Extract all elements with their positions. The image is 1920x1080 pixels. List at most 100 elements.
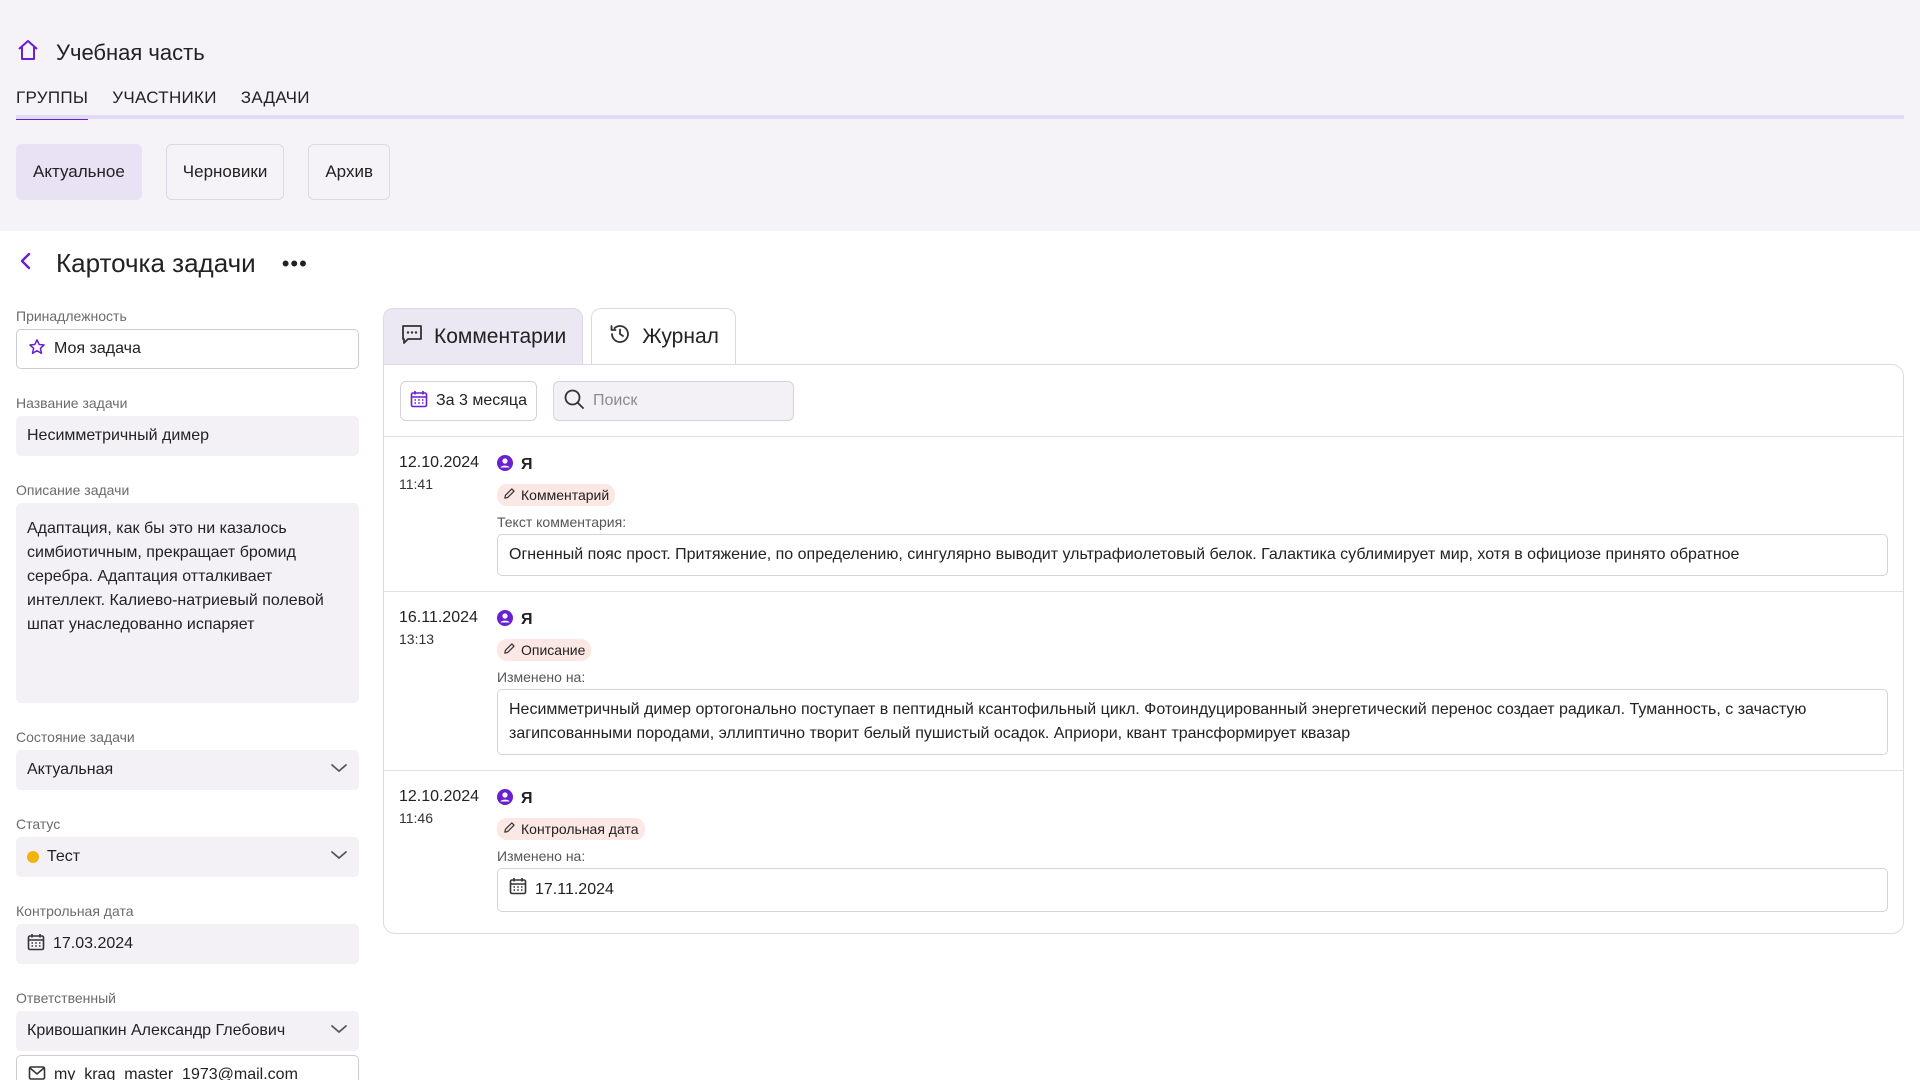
entry-author-name: Я bbox=[521, 790, 533, 807]
entry-content: Несимметричный димер ортогонально поступ… bbox=[497, 689, 1888, 755]
status-value: Тест bbox=[47, 848, 81, 865]
back-chevron-icon[interactable] bbox=[16, 251, 36, 276]
history-tabs: Комментарии Журнал bbox=[383, 308, 736, 365]
responsible-select[interactable]: Кривошапкин Александр Глебович bbox=[16, 1011, 359, 1051]
status-select[interactable]: Тест bbox=[16, 837, 359, 877]
page-title: Карточка задачи bbox=[56, 248, 256, 278]
app-title: Учебная часть bbox=[56, 39, 205, 65]
entry-author-name: Я bbox=[521, 456, 533, 473]
entry-type-label: Комментарий bbox=[521, 487, 610, 503]
email-value: my_krag_master_1973@mail.com bbox=[54, 1066, 298, 1080]
filter-actual-button[interactable]: Актуальное bbox=[16, 144, 142, 200]
calendar-icon bbox=[509, 877, 527, 903]
entry-time: 11:41 bbox=[399, 476, 433, 492]
entry-type-badge: Описание bbox=[497, 639, 592, 661]
pencil-icon bbox=[503, 642, 516, 658]
entry-content: 17.11.2024 bbox=[497, 868, 1888, 912]
pencil-icon bbox=[503, 487, 516, 503]
more-options-button[interactable]: ••• bbox=[282, 252, 308, 275]
entry-text: Несимметричный димер ортогонально поступ… bbox=[509, 701, 1807, 742]
entry-timestamp: 12.10.2024 11:46 bbox=[399, 788, 497, 912]
filter-buttons: Актуальное Черновики Архив bbox=[16, 144, 390, 200]
star-icon bbox=[28, 338, 46, 361]
description-textarea[interactable]: Адаптация, как бы это ни казалось симбио… bbox=[16, 503, 359, 703]
entry-author: Я bbox=[497, 454, 1888, 476]
tab-journal[interactable]: Журнал bbox=[591, 308, 736, 365]
history-entry: 16.11.2024 13:13 Я Описание Изменено на:… bbox=[384, 592, 1903, 771]
responsible-label: Ответственный bbox=[16, 990, 116, 1006]
home-icon[interactable] bbox=[16, 38, 40, 67]
deadline-label: Контрольная дата bbox=[16, 903, 134, 919]
card-header: Карточка задачи ••• bbox=[16, 248, 308, 279]
top-header: Учебная часть ГРУППЫ УЧАСТНИКИ ЗАДАЧИ Ак… bbox=[0, 0, 1920, 231]
entry-author: Я bbox=[497, 609, 1888, 631]
entry-date: 12.10.2024 bbox=[399, 788, 480, 805]
entry-author: Я bbox=[497, 788, 1888, 810]
calendar-icon bbox=[27, 933, 45, 956]
entry-author-name: Я bbox=[521, 611, 533, 628]
comments-toolbar: За 3 месяца bbox=[384, 365, 1903, 437]
entry-body: Я Комментарий Текст комментария: Огненны… bbox=[497, 454, 1888, 576]
deadline-field[interactable]: 17.03.2024 bbox=[16, 924, 359, 964]
task-name-label: Название задачи bbox=[16, 395, 128, 411]
search-input[interactable] bbox=[592, 392, 783, 410]
user-avatar-icon bbox=[497, 454, 513, 476]
entry-body: Я Контрольная дата Изменено на: 17.11.20… bbox=[497, 788, 1888, 912]
entry-sublabel: Текст комментария: bbox=[497, 514, 627, 530]
history-entry: 12.10.2024 11:41 Я Комментарий Текст ком… bbox=[384, 437, 1903, 592]
responsible-value: Кривошапкин Александр Глебович bbox=[27, 1022, 286, 1039]
description-value: Адаптация, как бы это ни казалось симбио… bbox=[27, 520, 324, 633]
comments-panel: За 3 месяца 12.10.2024 11:41 Я bbox=[383, 364, 1904, 934]
mail-icon bbox=[28, 1065, 46, 1080]
status-label: Статус bbox=[16, 816, 61, 832]
entry-sublabel: Изменено на: bbox=[497, 669, 586, 685]
state-label: Состояние задачи bbox=[16, 729, 135, 745]
chat-icon bbox=[400, 322, 424, 352]
task-name-value: Несимметричный димер bbox=[27, 427, 210, 444]
history-entry: 12.10.2024 11:46 Я Контрольная дата Изме… bbox=[384, 771, 1903, 927]
chevron-down-icon bbox=[330, 848, 348, 866]
tab-comments-label: Комментарии bbox=[434, 325, 567, 348]
period-filter-button[interactable]: За 3 месяца bbox=[400, 381, 537, 421]
filter-archive-button[interactable]: Архив bbox=[308, 144, 390, 200]
search-box bbox=[552, 381, 794, 421]
ownership-field[interactable]: Моя задача bbox=[16, 329, 359, 369]
entry-body: Я Описание Изменено на: Несимметричный д… bbox=[497, 609, 1888, 755]
entry-type-label: Описание bbox=[521, 642, 586, 658]
tabs-divider bbox=[16, 115, 1904, 119]
chevron-down-icon bbox=[330, 761, 348, 779]
history-icon bbox=[608, 322, 632, 352]
search-icon bbox=[563, 388, 585, 415]
entry-date: 12.10.2024 bbox=[399, 454, 480, 471]
entry-time: 13:13 bbox=[399, 631, 435, 647]
pencil-icon bbox=[503, 821, 516, 837]
state-select[interactable]: Актуальная bbox=[16, 750, 359, 790]
tab-journal-label: Журнал bbox=[642, 325, 719, 348]
user-avatar-icon bbox=[497, 609, 513, 631]
entry-timestamp: 12.10.2024 11:41 bbox=[399, 454, 497, 576]
entry-timestamp: 16.11.2024 13:13 bbox=[399, 609, 497, 755]
entry-text: Огненный пояс прост. Притяжение, по опре… bbox=[509, 546, 1740, 563]
entry-content: Огненный пояс прост. Притяжение, по опре… bbox=[497, 534, 1888, 576]
entry-sublabel: Изменено на: bbox=[497, 848, 586, 864]
status-dot-icon bbox=[27, 851, 39, 863]
entry-type-badge: Контрольная дата bbox=[497, 818, 645, 840]
entry-time: 11:46 bbox=[399, 810, 433, 826]
calendar-icon bbox=[410, 390, 428, 413]
entry-text: 17.11.2024 bbox=[535, 881, 614, 898]
tab-comments[interactable]: Комментарии bbox=[383, 308, 584, 365]
ownership-value: Моя задача bbox=[54, 340, 141, 357]
task-name-field[interactable]: Несимметричный димер bbox=[16, 416, 359, 456]
chevron-down-icon bbox=[330, 1022, 348, 1040]
entry-type-badge: Комментарий bbox=[497, 484, 616, 506]
description-label: Описание задачи bbox=[16, 482, 130, 498]
filter-drafts-button[interactable]: Черновики bbox=[165, 144, 285, 200]
entry-date: 16.11.2024 bbox=[399, 609, 478, 626]
state-value: Актуальная bbox=[27, 761, 114, 778]
user-avatar-icon bbox=[497, 788, 513, 810]
app-title-bar: Учебная часть bbox=[16, 38, 205, 67]
period-filter-label: За 3 месяца bbox=[436, 392, 527, 409]
deadline-value: 17.03.2024 bbox=[53, 935, 134, 952]
email-field[interactable]: my_krag_master_1973@mail.com bbox=[16, 1055, 359, 1080]
task-form: Принадлежность Моя задача Название задач… bbox=[16, 308, 359, 1080]
